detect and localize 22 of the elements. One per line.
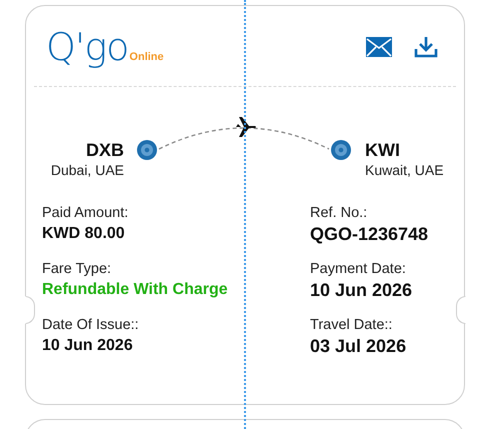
field-label: Payment Date: [310,260,407,279]
field-value: 03 Jul 2026 [310,335,406,357]
field-value: 10 Jun 2026 [42,336,133,356]
email-icon[interactable] [366,37,392,57]
city-name: Dubai, UAE [50,161,124,179]
field-label: Fare Type: [42,260,112,279]
field-value: QGO-1236748 [310,223,428,245]
airport-code: DXB [86,139,124,161]
logo: Q'go Online [46,27,164,67]
field-value: Refundable With Charge [42,280,228,300]
field-value: 10 Jun 2026 [310,279,412,301]
field-label: Travel Date:: [310,316,394,335]
airport-dot-icon [331,140,351,160]
airport-dot-icon [137,140,157,160]
city-name: Kuwait, UAE [365,161,444,179]
field-value: KWD 80.00 [42,224,125,244]
field-label: Paid Amount: [42,204,130,223]
field-label: Ref. No.: [310,204,368,223]
airport-code: KWI [365,139,401,161]
airplane-icon [233,117,256,137]
field-label: Date Of Issue:: [42,316,140,335]
download-icon[interactable] [414,36,438,58]
